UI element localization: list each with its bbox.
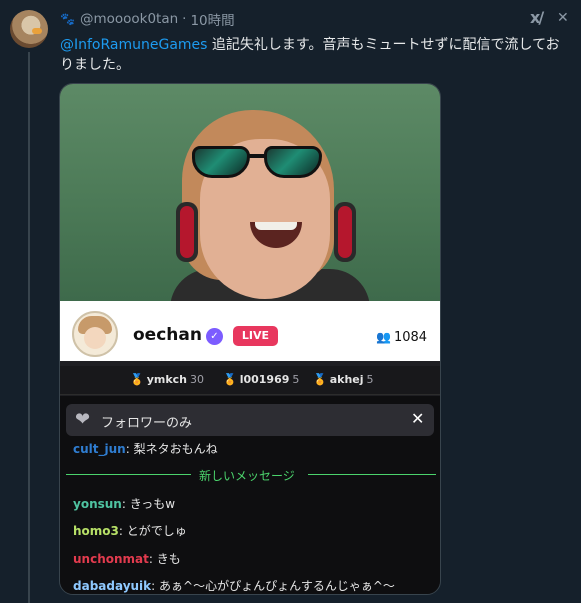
chat-message: homo3: とがでしゅ [73,524,187,538]
sunglasses [192,146,327,178]
streamer-avatar[interactable] [72,311,118,357]
chat-message: unchonmat: きも [73,552,181,566]
paw-icon: 🐾 [60,12,75,26]
verified-icon: ✓ [206,328,223,345]
new-messages-label: 新しいメッセージ [199,469,295,483]
heart-icon: ❤ [75,409,91,430]
medal-icon: 🏅 [313,373,327,386]
gifter-item[interactable]: 🏅 l001969 5 [223,373,299,386]
gifter-leaderboard: 🏅 ymkch 30 🏅 l001969 5 🏅 akhej 5 [60,366,440,395]
live-badge: LIVE [233,326,278,346]
x-logo-icon: x/ [530,8,544,27]
streamer-name[interactable]: oechan [133,325,202,345]
medal-icon: 🏅 [130,373,144,386]
teeth [255,222,297,230]
tweet-text: @InfoRamuneGames 追記失礼します。音声もミュートせずに配信で流し… [60,35,570,75]
new-messages-divider: 新しいメッセージ [66,467,436,483]
thread-line [28,52,30,603]
user-avatar[interactable] [10,10,48,48]
user-handle[interactable]: @mooook0tan [80,11,178,27]
chat-message: cult_jun: 梨ネタおもんね [73,442,218,456]
stream-video[interactable] [60,84,440,301]
stream-info-bar: oechan ✓ LIVE 👥 1084 [60,301,440,361]
viewer-count: 👥 1084 [376,330,428,345]
chat-panel: ❤ フォロワーのみ ✕ cult_jun: 梨ネタおもんね 新しいメッセージ y… [60,396,440,594]
medal-icon: 🏅 [223,373,237,386]
follower-only-banner: ❤ フォロワーのみ ✕ [66,404,434,436]
media-card[interactable]: oechan ✓ LIVE 👥 1084 🏅 ymkch 30 🏅 l001969 5 🏅… [59,83,441,595]
close-banner-icon[interactable]: ✕ [411,409,424,428]
filter-label: フォロワーのみ [101,416,193,431]
chat-message: dabadayuik: あぁ^〜心がぴょんぴょんするんじゃぁ^〜 [73,579,395,593]
tweet-time[interactable]: 10時間 [190,9,234,29]
close-icon[interactable]: ✕ [557,10,569,26]
mention-link[interactable]: @InfoRamuneGames [60,37,207,53]
headphone-right [334,202,356,262]
tweet-header: 🐾 @mooook0tan · 10時間 [60,9,235,29]
users-icon: 👥 [376,330,391,344]
gifter-item[interactable]: 🏅 ymkch 30 [130,373,204,386]
chat-message: yonsun: きっもw [73,497,176,511]
gifter-item[interactable]: 🏅 akhej 5 [313,373,374,386]
separator: · [182,11,187,27]
headphone-left [176,202,198,262]
